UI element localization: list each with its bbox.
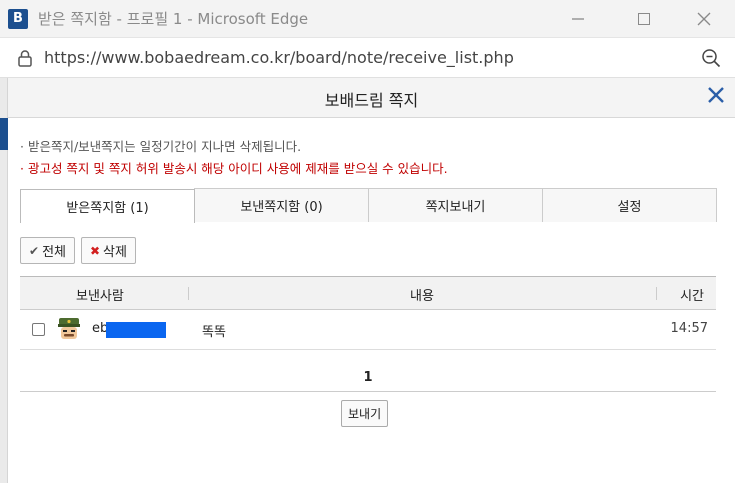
address-bar[interactable]: https://www.bobaedream.co.kr/board/note/… <box>0 38 735 78</box>
tab-sent[interactable]: 보낸쪽지함 (0) <box>194 188 369 222</box>
lock-icon[interactable] <box>16 49 34 67</box>
action-toolbar: ✔ 전체 ✖ 삭제 <box>20 237 136 264</box>
window-close-button[interactable] <box>681 0 727 38</box>
header-content: 내용 <box>410 289 434 304</box>
header-sender: 보낸사람 <box>76 289 124 304</box>
minimize-button[interactable] <box>555 0 601 38</box>
notice-warning: · 광고성 쪽지 및 쪽지 허위 발송시 해당 아이디 사용에 제재를 받으실 … <box>20 161 448 176</box>
url-text[interactable]: https://www.bobaedream.co.kr/board/note/… <box>44 48 514 67</box>
pagination: 1 <box>20 362 716 392</box>
message-content[interactable]: 똑똑 <box>202 321 226 340</box>
popup-title: 보배드림 쪽지 <box>324 91 419 110</box>
popup-header: 보배드림 쪽지 <box>8 78 735 118</box>
close-icon <box>697 12 711 26</box>
header-time: 시간 <box>680 289 704 304</box>
background-page-strip <box>0 78 8 483</box>
page-number-1[interactable]: 1 <box>363 370 372 385</box>
window-titlebar: B 받은 쪽지함 - 프로필 1 - Microsoft Edge <box>0 0 735 38</box>
maximize-button[interactable] <box>621 0 667 38</box>
message-table: 보낸사람 내용 시간 eb 똑똑 14:57 <box>20 276 716 350</box>
close-icon <box>708 87 724 103</box>
table-row[interactable]: eb 똑똑 14:57 <box>20 310 716 350</box>
tab-settings[interactable]: 설정 <box>542 188 717 222</box>
row-checkbox[interactable] <box>32 323 45 336</box>
window-title: 받은 쪽지함 - 프로필 1 - Microsoft Edge <box>38 10 309 28</box>
table-header: 보낸사람 내용 시간 <box>20 276 716 310</box>
check-icon: ✔ <box>29 243 40 258</box>
page-content: 보배드림 쪽지 · 받은쪽지/보낸쪽지는 일정기간이 지나면 삭제됩니다. · … <box>0 78 735 483</box>
app-logo-icon: B <box>8 8 28 29</box>
tab-received[interactable]: 받은쪽지함 (1) <box>20 189 195 223</box>
tab-compose[interactable]: 쪽지보내기 <box>368 188 543 222</box>
redaction-bar <box>106 322 166 338</box>
select-all-button[interactable]: ✔ 전체 <box>20 237 75 264</box>
avatar <box>58 318 80 339</box>
delete-button[interactable]: ✖ 삭제 <box>80 237 136 264</box>
popup-close-button[interactable] <box>705 84 727 106</box>
notice-retention: · 받은쪽지/보낸쪽지는 일정기간이 지나면 삭제됩니다. <box>20 139 302 154</box>
minimize-icon <box>572 18 584 20</box>
message-time: 14:57 <box>670 321 708 336</box>
x-icon: ✖ <box>89 243 101 258</box>
maximize-icon <box>638 13 650 25</box>
mailbox-tabs: 받은쪽지함 (1) 보낸쪽지함 (0) 쪽지보내기 설정 <box>20 188 717 223</box>
send-button[interactable]: 보내기 <box>341 400 389 427</box>
zoom-out-icon[interactable] <box>701 48 721 68</box>
